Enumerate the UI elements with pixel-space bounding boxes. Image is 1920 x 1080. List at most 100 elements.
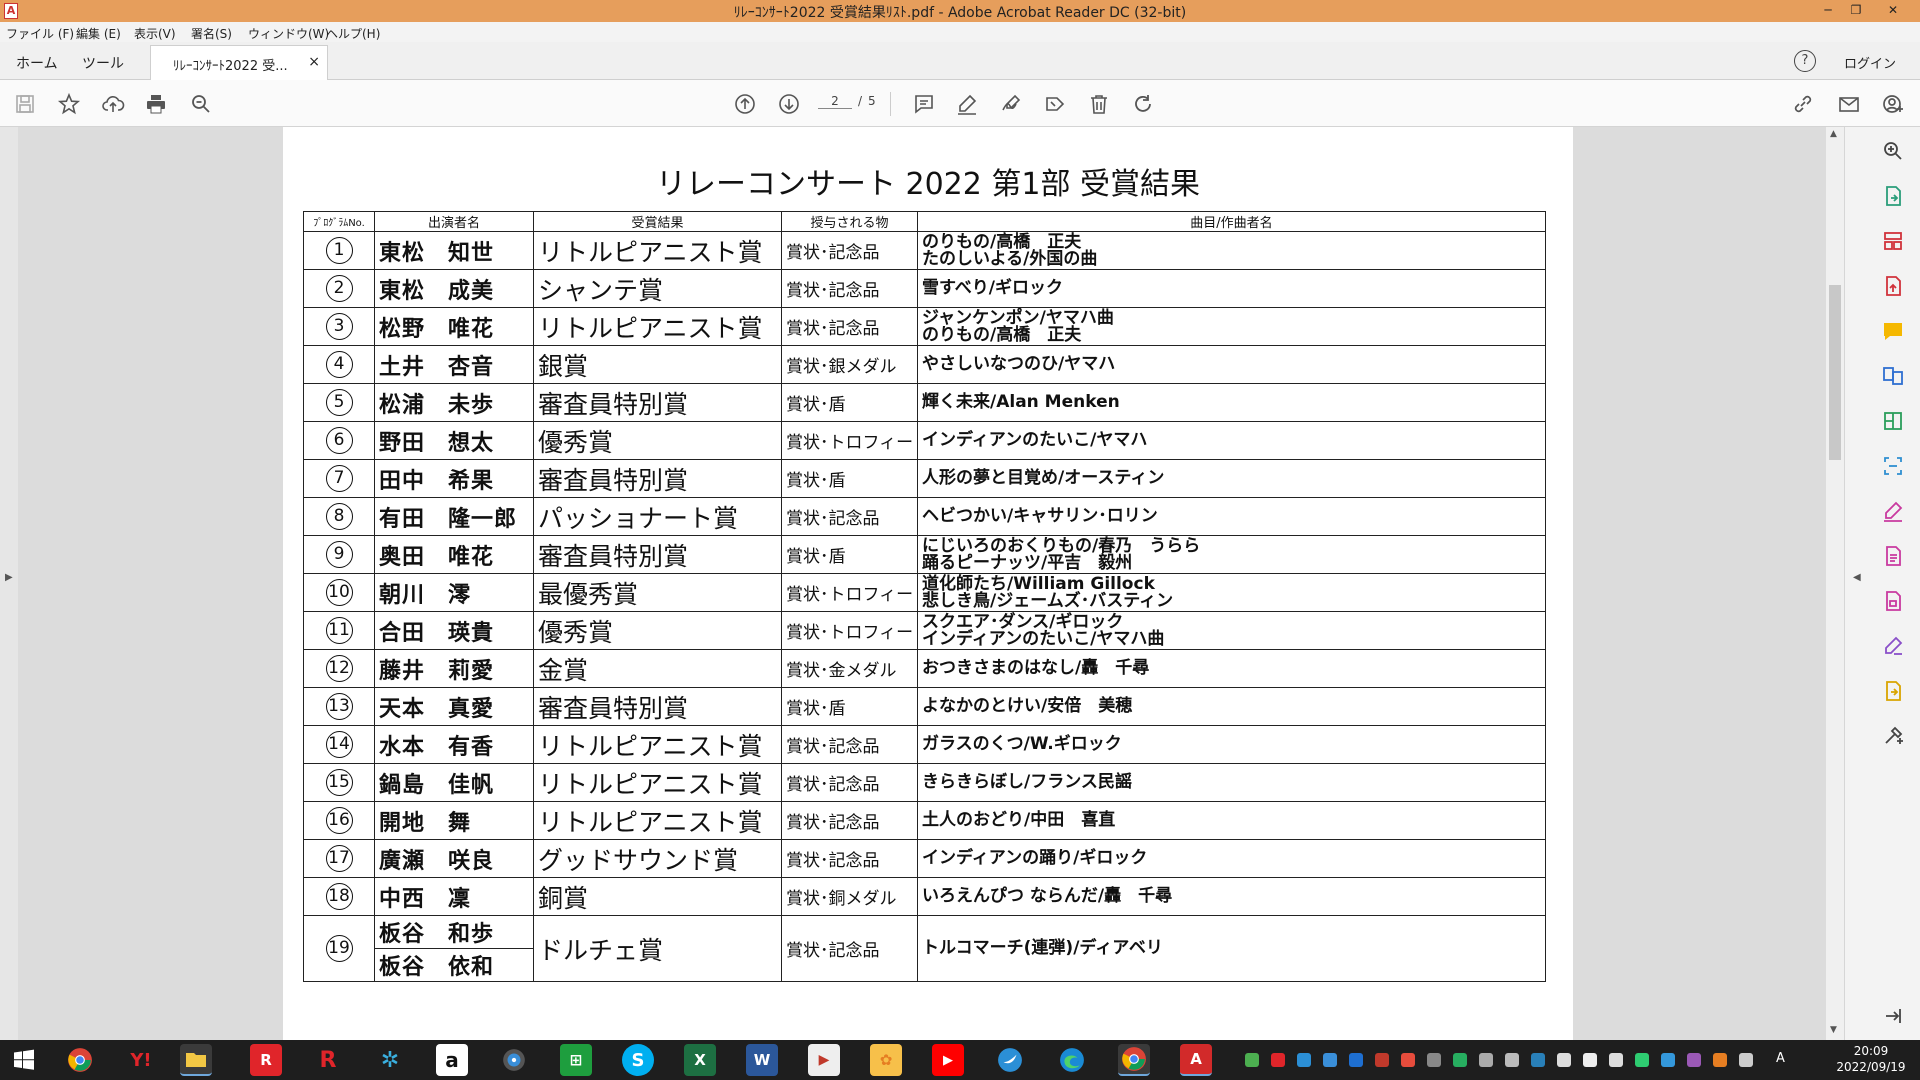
restore-button[interactable]: ❐ xyxy=(1843,1,1869,19)
update-tray-icon[interactable] xyxy=(1453,1053,1467,1067)
help-icon[interactable]: ? xyxy=(1794,50,1816,72)
rotate-icon[interactable] xyxy=(1130,91,1156,117)
performer-name: 東松 知世 xyxy=(374,231,534,270)
usb-tray-icon[interactable] xyxy=(1427,1053,1441,1067)
photo-app-icon[interactable]: ✿ xyxy=(870,1044,902,1076)
menu-view[interactable]: 表示(V) xyxy=(134,25,176,42)
more-tools-icon[interactable] xyxy=(1881,724,1905,748)
collapse-right-pane-icon[interactable] xyxy=(1881,1004,1905,1028)
page-number-input[interactable]: 2 xyxy=(818,94,852,109)
chrome-icon[interactable] xyxy=(64,1044,96,1076)
bluetooth-tray-icon[interactable] xyxy=(1349,1053,1363,1067)
network-tray-icon[interactable] xyxy=(1531,1053,1545,1067)
amazon-icon[interactable]: a xyxy=(436,1044,468,1076)
fan-app-icon[interactable]: ✲ xyxy=(374,1044,406,1076)
tab-tools[interactable]: ツール xyxy=(82,53,124,73)
add-user-icon[interactable] xyxy=(1880,91,1906,117)
app-tray-icon-4[interactable] xyxy=(1713,1053,1727,1067)
wifi-tray-icon[interactable] xyxy=(1557,1053,1571,1067)
highlight-pen-icon[interactable] xyxy=(954,91,980,117)
edge-icon[interactable] xyxy=(1056,1044,1088,1076)
start-button[interactable] xyxy=(8,1044,40,1076)
expand-left-panel-icon[interactable]: ▶ xyxy=(5,572,13,583)
cloud-tray-icon[interactable] xyxy=(1323,1053,1337,1067)
draw-freehand-icon[interactable] xyxy=(998,91,1024,117)
battery-tray-icon[interactable] xyxy=(1505,1053,1519,1067)
excel-icon[interactable]: X xyxy=(684,1044,716,1076)
menu-sign[interactable]: 署名(S) xyxy=(191,25,232,42)
acrobat-reader-icon[interactable]: A xyxy=(1180,1044,1212,1076)
request-signature-icon[interactable] xyxy=(1881,634,1905,658)
tab-home[interactable]: ホーム xyxy=(16,53,58,73)
scan-ocr-icon[interactable] xyxy=(1881,454,1905,478)
bookmark-star-icon[interactable] xyxy=(56,91,82,117)
display-tray-icon[interactable] xyxy=(1609,1053,1623,1067)
r-app-icon-2[interactable]: R xyxy=(312,1044,344,1076)
print-icon[interactable] xyxy=(143,91,169,117)
r-app-icon-1[interactable]: R xyxy=(250,1044,282,1076)
share-link-icon[interactable] xyxy=(1790,91,1816,117)
speaker-tray-icon[interactable] xyxy=(1583,1053,1597,1067)
sync-tray-icon[interactable] xyxy=(1297,1053,1311,1067)
ime-indicator[interactable]: A xyxy=(1776,1051,1785,1066)
menu-help[interactable]: ヘルプ(H) xyxy=(326,25,380,42)
minimize-button[interactable]: ─ xyxy=(1815,1,1841,19)
youtube-icon[interactable]: ▶ xyxy=(932,1044,964,1076)
send-for-review-icon[interactable] xyxy=(1881,679,1905,703)
previous-page-icon[interactable] xyxy=(732,91,758,117)
compress-pdf-icon[interactable] xyxy=(1881,409,1905,433)
save-icon[interactable] xyxy=(12,91,38,117)
video-app-icon[interactable]: ▶ xyxy=(808,1044,840,1076)
app-tray-icon-2[interactable] xyxy=(1661,1053,1675,1067)
combine-files-icon[interactable] xyxy=(1881,364,1905,388)
export-pdf-icon[interactable] xyxy=(1881,184,1905,208)
scroll-thumb[interactable] xyxy=(1829,285,1841,460)
award-name: リトルピアニスト賞 xyxy=(533,763,782,802)
stamp-icon[interactable] xyxy=(1042,91,1068,117)
drive-tray-icon[interactable] xyxy=(1245,1053,1259,1067)
page-navigator: 2 / 5 xyxy=(818,94,876,109)
file-explorer-icon[interactable] xyxy=(180,1044,212,1076)
zoom-in-icon[interactable] xyxy=(1881,139,1905,163)
yahoo-icon[interactable]: Y! xyxy=(125,1044,157,1076)
collapse-panel-icon[interactable]: ◀ xyxy=(1853,572,1861,583)
scroll-up-arrow-icon[interactable]: ▲ xyxy=(1830,129,1837,139)
menu-window[interactable]: ウィンドウ(W) xyxy=(248,25,329,42)
notification-tray-icon[interactable] xyxy=(1739,1053,1753,1067)
media-player-icon[interactable] xyxy=(498,1044,530,1076)
word-icon[interactable]: W xyxy=(746,1044,778,1076)
delete-trash-icon[interactable] xyxy=(1086,91,1112,117)
acrobat-tray-icon[interactable] xyxy=(1375,1053,1389,1067)
bird-app-icon[interactable] xyxy=(994,1044,1026,1076)
close-window-button[interactable]: ✕ xyxy=(1880,1,1906,19)
menu-edit[interactable]: 編集 (E) xyxy=(76,25,121,42)
scroll-down-arrow-icon[interactable]: ▼ xyxy=(1830,1025,1837,1035)
app-tray-icon-3[interactable] xyxy=(1687,1053,1701,1067)
chrome-active-icon[interactable] xyxy=(1118,1044,1150,1076)
login-link[interactable]: ログイン xyxy=(1844,53,1896,72)
store-icon[interactable]: ⊞ xyxy=(560,1044,592,1076)
skype-icon[interactable]: S xyxy=(622,1044,654,1076)
close-tab-button[interactable]: × xyxy=(308,54,320,70)
menu-file[interactable]: ファイル (F) xyxy=(6,25,74,42)
protect-pdf-icon[interactable] xyxy=(1881,589,1905,613)
zoom-search-icon[interactable] xyxy=(188,91,214,117)
volume-tray-icon[interactable] xyxy=(1479,1053,1493,1067)
app-tray-icon-1[interactable] xyxy=(1635,1053,1649,1067)
piece-line: いろえんぴつ ならんだ/轟 千尋 xyxy=(922,886,1173,906)
tab-document[interactable]: ﾘﾚｰｺﾝｻｰﾄ2022 受... × xyxy=(150,45,328,81)
fill-sign-icon[interactable] xyxy=(1881,499,1905,523)
performer-name: 天本 真愛 xyxy=(374,687,534,726)
comment-icon[interactable] xyxy=(911,91,937,117)
cloud-upload-icon[interactable] xyxy=(100,91,126,117)
taskbar-clock[interactable]: 20:09 2022/09/19 xyxy=(1828,1043,1914,1075)
antivirus-tray-icon[interactable] xyxy=(1401,1053,1415,1067)
next-page-icon[interactable] xyxy=(776,91,802,117)
vertical-scrollbar[interactable]: ▲ ▼ xyxy=(1826,127,1844,1040)
organize-pages-icon[interactable] xyxy=(1881,229,1905,253)
email-icon[interactable] xyxy=(1836,91,1862,117)
comment-tool-icon[interactable] xyxy=(1881,319,1905,343)
edit-pdf-icon[interactable] xyxy=(1881,544,1905,568)
create-pdf-icon[interactable] xyxy=(1881,274,1905,298)
security-tray-icon[interactable] xyxy=(1271,1053,1285,1067)
